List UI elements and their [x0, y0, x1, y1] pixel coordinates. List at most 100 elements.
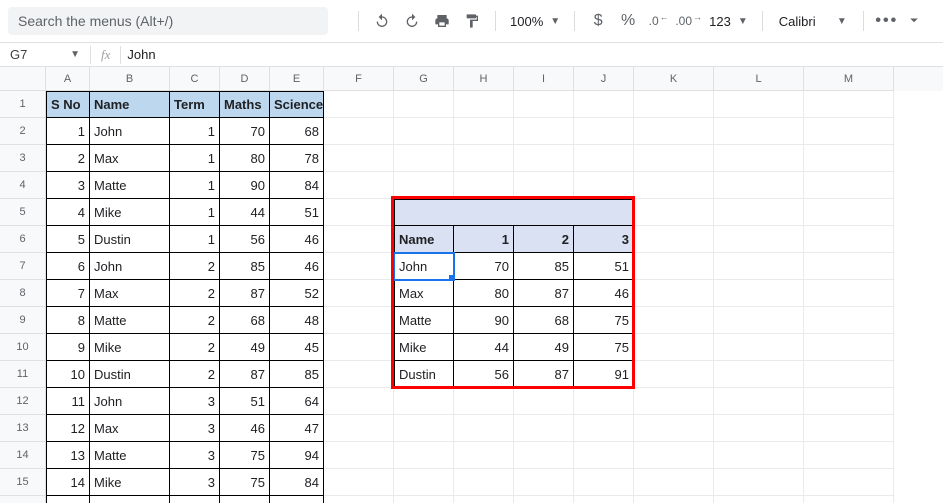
cell[interactable]: Mike	[90, 469, 170, 496]
row-header-16[interactable]: 16	[0, 496, 46, 503]
cell[interactable]	[454, 91, 514, 118]
cell[interactable]: 46	[270, 226, 324, 253]
cell[interactable]	[454, 118, 514, 145]
column-header-L[interactable]: L	[714, 67, 804, 91]
cell[interactable]: 2	[170, 253, 220, 280]
cell[interactable]: Max	[90, 280, 170, 307]
cell[interactable]	[574, 91, 634, 118]
cell[interactable]	[804, 253, 894, 280]
menu-search[interactable]: Search the menus (Alt+/)	[8, 7, 328, 35]
cell[interactable]: 70	[220, 118, 270, 145]
row-header-8[interactable]: 8	[0, 280, 46, 307]
cell[interactable]: 52	[270, 280, 324, 307]
cell[interactable]	[714, 253, 804, 280]
cell[interactable]	[324, 172, 394, 199]
cell[interactable]	[804, 226, 894, 253]
column-header-G[interactable]: G	[394, 67, 454, 91]
cell[interactable]	[714, 172, 804, 199]
cell[interactable]: 75	[574, 334, 634, 361]
cell[interactable]: 6	[46, 253, 90, 280]
cell[interactable]	[394, 172, 454, 199]
cell[interactable]: Dustin	[90, 496, 170, 503]
cell[interactable]	[514, 469, 574, 496]
cell[interactable]	[804, 280, 894, 307]
cell[interactable]	[804, 388, 894, 415]
cell[interactable]: Dustin	[394, 361, 454, 388]
cell[interactable]	[514, 199, 574, 226]
cell[interactable]	[804, 91, 894, 118]
cell[interactable]	[634, 388, 714, 415]
zoom-select[interactable]: 100%▼	[506, 14, 564, 29]
cell[interactable]	[804, 415, 894, 442]
cell[interactable]: 94	[270, 442, 324, 469]
cell[interactable]: 90	[220, 172, 270, 199]
cell[interactable]	[804, 172, 894, 199]
cell[interactable]	[804, 199, 894, 226]
cell[interactable]	[514, 442, 574, 469]
cell[interactable]: 3	[170, 442, 220, 469]
cell[interactable]: 49	[220, 334, 270, 361]
cell[interactable]	[394, 145, 454, 172]
cell[interactable]	[324, 442, 394, 469]
cell[interactable]	[514, 496, 574, 503]
cell[interactable]	[714, 415, 804, 442]
cell[interactable]: Matte	[394, 307, 454, 334]
cell[interactable]: 51	[270, 199, 324, 226]
cell[interactable]: 46	[270, 253, 324, 280]
cell[interactable]	[454, 415, 514, 442]
cell[interactable]	[714, 226, 804, 253]
cell[interactable]	[634, 496, 714, 503]
row-header-6[interactable]: 6	[0, 226, 46, 253]
cell[interactable]: 51	[220, 388, 270, 415]
row-header-11[interactable]: 11	[0, 361, 46, 388]
cell[interactable]: 74	[270, 496, 324, 503]
cell[interactable]: 64	[270, 388, 324, 415]
paint-format-icon[interactable]	[459, 8, 485, 34]
cell[interactable]: 2	[514, 226, 574, 253]
cell[interactable]	[394, 388, 454, 415]
cell[interactable]	[804, 496, 894, 503]
cell[interactable]	[714, 496, 804, 503]
cell[interactable]	[454, 199, 514, 226]
cell[interactable]: 87	[220, 361, 270, 388]
cell[interactable]	[804, 118, 894, 145]
cell[interactable]	[454, 469, 514, 496]
cell[interactable]	[634, 253, 714, 280]
cell[interactable]	[634, 334, 714, 361]
cell[interactable]: 85	[220, 253, 270, 280]
cell[interactable]: 12	[46, 415, 90, 442]
cell[interactable]: 2	[170, 280, 220, 307]
cell[interactable]: 46	[574, 280, 634, 307]
cell[interactable]: 3	[170, 469, 220, 496]
cell[interactable]: 5	[46, 226, 90, 253]
cell[interactable]: 15	[46, 496, 90, 503]
cell[interactable]	[634, 91, 714, 118]
cell[interactable]	[714, 118, 804, 145]
cell[interactable]: 56	[454, 361, 514, 388]
cell[interactable]: 2	[46, 145, 90, 172]
cell[interactable]: 10	[46, 361, 90, 388]
cell[interactable]: John	[90, 118, 170, 145]
cell[interactable]	[454, 496, 514, 503]
column-header-K[interactable]: K	[634, 67, 714, 91]
cell[interactable]	[514, 415, 574, 442]
cell[interactable]: 4	[46, 199, 90, 226]
row-header-15[interactable]: 15	[0, 469, 46, 496]
cell[interactable]: 3	[170, 388, 220, 415]
cell[interactable]	[574, 388, 634, 415]
cell[interactable]: 1	[454, 226, 514, 253]
cell[interactable]	[394, 118, 454, 145]
cell[interactable]: Max	[394, 280, 454, 307]
column-header-I[interactable]: I	[514, 67, 574, 91]
cell[interactable]: 84	[270, 172, 324, 199]
column-header-J[interactable]: J	[574, 67, 634, 91]
cell[interactable]: 78	[270, 145, 324, 172]
cell[interactable]	[324, 469, 394, 496]
cell[interactable]: 14	[46, 469, 90, 496]
cell[interactable]	[324, 253, 394, 280]
cell[interactable]: 3	[170, 496, 220, 503]
row-header-1[interactable]: 1	[0, 91, 46, 118]
cell[interactable]	[634, 118, 714, 145]
cell[interactable]	[714, 388, 804, 415]
row-header-13[interactable]: 13	[0, 415, 46, 442]
